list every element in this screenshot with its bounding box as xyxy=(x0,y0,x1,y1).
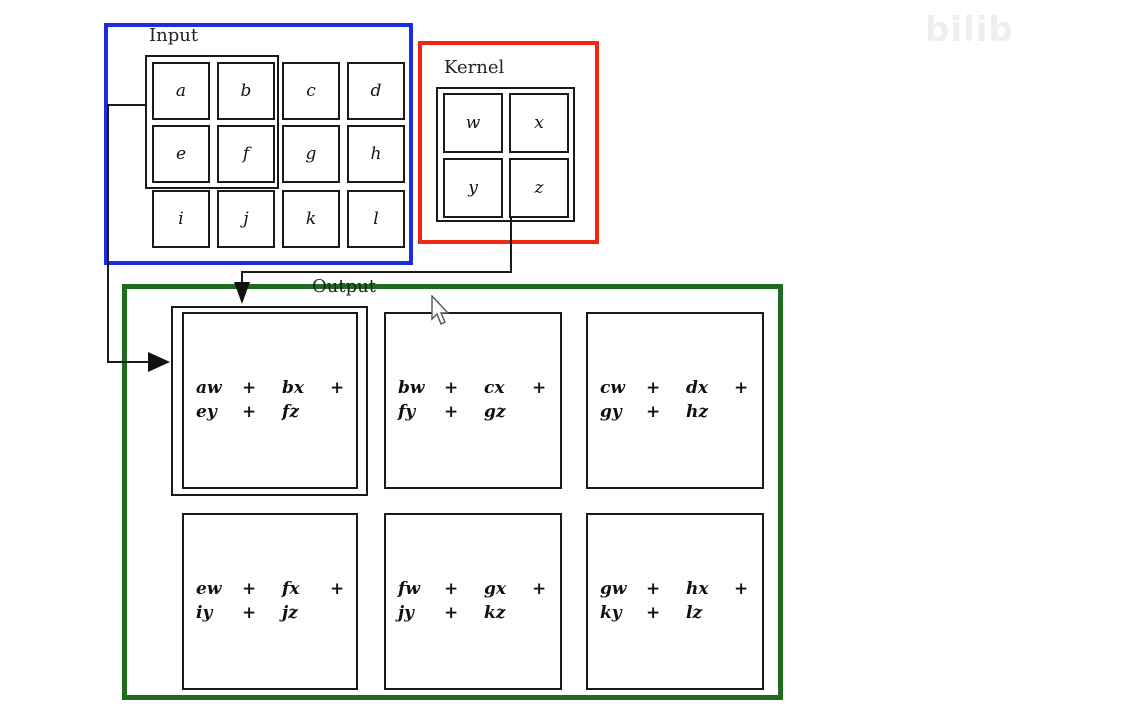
input-cell-e: e xyxy=(152,125,210,183)
plus-sign: + xyxy=(444,579,459,599)
input-cell-f: f xyxy=(217,125,275,183)
bilibili-watermark: bilib xyxy=(925,10,1014,50)
term: jy xyxy=(398,603,415,623)
kernel-cell-x: x xyxy=(509,93,569,153)
plus-sign: + xyxy=(330,579,345,599)
mouse-cursor-icon xyxy=(431,295,450,325)
input-cell-k: k xyxy=(282,190,340,248)
output-label: Output xyxy=(312,276,376,297)
term: ey xyxy=(196,402,217,422)
term: lz xyxy=(686,603,703,623)
kernel-cell-z: z xyxy=(509,158,569,218)
plus-sign: + xyxy=(734,579,749,599)
term: dx xyxy=(686,378,709,398)
kernel-cell-y: y xyxy=(443,158,503,218)
term: gx xyxy=(484,579,507,599)
input-cell-a: a xyxy=(152,62,210,120)
term: hx xyxy=(686,579,709,599)
kernel-cell-w: w xyxy=(443,93,503,153)
plus-sign: + xyxy=(646,603,661,623)
plus-sign: + xyxy=(444,402,459,422)
term: ew xyxy=(196,579,222,599)
output-cell-2-3: gw + hx + ky + lz xyxy=(586,513,764,690)
term: fw xyxy=(398,579,420,599)
plus-sign: + xyxy=(646,579,661,599)
term: gw xyxy=(600,579,627,599)
term: aw xyxy=(196,378,222,398)
output-cell-1-2: bw + cx + fy + gz xyxy=(384,312,562,489)
kernel-label: Kernel xyxy=(444,57,505,78)
plus-sign: + xyxy=(532,378,547,398)
plus-sign: + xyxy=(646,402,661,422)
input-cell-l: l xyxy=(347,190,405,248)
output-cell-2-2: fw + gx + jy + kz xyxy=(384,513,562,690)
plus-sign: + xyxy=(242,579,257,599)
term: gz xyxy=(484,402,506,422)
plus-sign: + xyxy=(532,579,547,599)
plus-sign: + xyxy=(734,378,749,398)
term: bx xyxy=(282,378,305,398)
input-cell-d: d xyxy=(347,62,405,120)
input-cell-h: h xyxy=(347,125,405,183)
term: cx xyxy=(484,378,505,398)
term: kz xyxy=(484,603,506,623)
output-cell-2-1: ew + fx + iy + jz xyxy=(182,513,358,690)
input-cell-b: b xyxy=(217,62,275,120)
term: hz xyxy=(686,402,709,422)
plus-sign: + xyxy=(242,603,257,623)
plus-sign: + xyxy=(646,378,661,398)
term: iy xyxy=(196,603,213,623)
plus-sign: + xyxy=(444,378,459,398)
term: fx xyxy=(282,579,300,599)
output-cell-1-1: aw + bx + ey + fz xyxy=(182,312,358,489)
plus-sign: + xyxy=(242,378,257,398)
input-cell-c: c xyxy=(282,62,340,120)
input-label: Input xyxy=(149,25,199,46)
term: fy xyxy=(398,402,416,422)
output-cell-1-3: cw + dx + gy + hz xyxy=(586,312,764,489)
term: jz xyxy=(282,603,298,623)
term: bw xyxy=(398,378,425,398)
plus-sign: + xyxy=(330,378,345,398)
term: ky xyxy=(600,603,622,623)
input-cell-g: g xyxy=(282,125,340,183)
term: fz xyxy=(282,402,299,422)
term: cw xyxy=(600,378,625,398)
plus-sign: + xyxy=(242,402,257,422)
term: gy xyxy=(600,402,622,422)
plus-sign: + xyxy=(444,603,459,623)
input-cell-j: j xyxy=(217,190,275,248)
input-cell-i: i xyxy=(152,190,210,248)
